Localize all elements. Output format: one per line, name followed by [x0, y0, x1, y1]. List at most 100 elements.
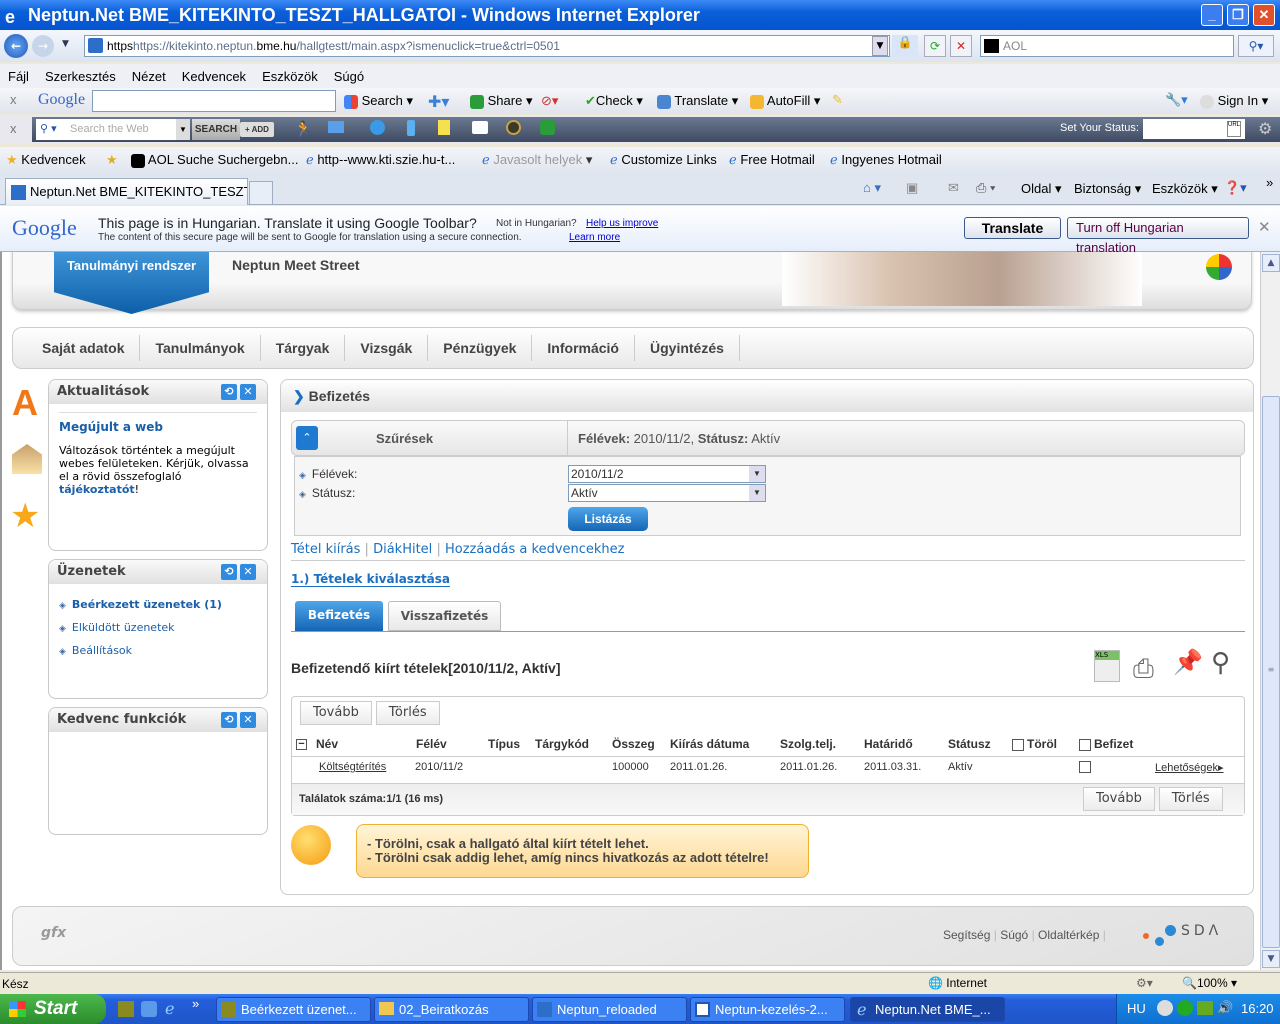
nav-subjects[interactable]: Tárgyak — [261, 335, 346, 361]
share-icon[interactable] — [540, 120, 555, 135]
nav-administration[interactable]: Ügyintézés — [635, 335, 740, 361]
search-input[interactable]: AOL — [980, 35, 1234, 57]
add-button[interactable]: + ADD — [240, 122, 274, 137]
menu-favorites[interactable]: Kedvencek — [182, 69, 246, 84]
notes-icon[interactable] — [438, 120, 450, 135]
close-icon[interactable]: ✕ — [240, 384, 256, 400]
page-menu[interactable]: Oldal ▾ — [1021, 181, 1062, 197]
meet-street-link[interactable]: Neptun Meet Street — [232, 257, 360, 273]
translate-button[interactable]: Translate ▾ — [657, 93, 738, 109]
refresh-icon[interactable]: ⟲ — [221, 384, 237, 400]
taskbar-item[interactable]: Neptun_reloaded — [532, 997, 687, 1022]
delete-button[interactable]: Törlés — [1158, 787, 1223, 811]
google-search-input[interactable] — [92, 90, 336, 112]
col-semester[interactable]: Félév — [416, 737, 447, 751]
color-wheel-icon[interactable] — [1206, 254, 1232, 280]
next-button[interactable]: Tovább — [300, 701, 372, 725]
scroll-down-button[interactable]: ▼ — [1262, 950, 1280, 968]
col-name[interactable]: Név — [316, 737, 338, 751]
quicklaunch-icon[interactable] — [118, 1001, 134, 1017]
vertical-scrollbar[interactable]: ▲ ≡ ▼ — [1260, 252, 1280, 970]
student-loan-link[interactable]: DiákHitel — [373, 542, 432, 557]
col-pay[interactable]: Befizet — [1079, 737, 1133, 751]
highlighter-icon[interactable]: ✎ — [832, 92, 843, 108]
tools-menu[interactable]: Eszközök ▾ — [1152, 181, 1218, 197]
feeds-icon[interactable]: ▣ — [906, 180, 918, 196]
pin-icon[interactable]: 📌 — [1173, 648, 1203, 676]
minimize-button[interactable]: _ — [1201, 4, 1223, 26]
turn-off-translation-button[interactable]: Turn off Hungarian translation — [1067, 217, 1249, 255]
learn-more-link[interactable]: Learn more — [569, 232, 620, 243]
nav-own-data[interactable]: Saját adatok — [27, 335, 141, 361]
language-indicator[interactable]: HU — [1127, 1001, 1146, 1016]
maximize-button[interactable]: ❐ — [1227, 4, 1249, 26]
col-issued[interactable]: Kiírás dátuma — [670, 737, 749, 751]
tab-payment[interactable]: Befizetés — [295, 601, 383, 631]
volume-icon[interactable]: 🔊 — [1217, 1000, 1233, 1016]
search-button[interactable]: ⚲▾ — [1238, 35, 1274, 57]
inbox-link[interactable]: ◈ Beérkezett üzenetek (1) — [59, 594, 257, 617]
chat-icon[interactable] — [370, 120, 385, 135]
menu-help[interactable]: Súgó — [334, 69, 364, 84]
more-chevron-icon[interactable]: » — [192, 996, 199, 1011]
popup-blocker-icon[interactable]: ⊘▾ — [541, 93, 558, 109]
autofill-button[interactable]: AutoFill ▾ — [750, 93, 820, 109]
ie-quicklaunch-icon[interactable]: ℯ — [165, 999, 174, 1019]
help-improve-link[interactable]: Help us improve — [586, 218, 658, 229]
new-tab-button[interactable] — [249, 181, 273, 205]
magnifier-icon[interactable]: ⚲ — [1211, 648, 1230, 678]
collapse-all-icon[interactable]: − — [296, 739, 307, 750]
zoom-button[interactable]: 🔍100% ▾ — [1182, 976, 1237, 990]
delete-button[interactable]: Törlés — [375, 701, 440, 725]
favorite-link[interactable]: ℯ http--www.kti.szie.hu-t... — [306, 152, 455, 168]
home-icon[interactable]: ⌂ ▾ — [863, 180, 881, 196]
col-service[interactable]: Szolg.telj. — [780, 737, 836, 751]
gear-icon[interactable]: ⚙ — [1258, 119, 1272, 139]
excel-export-icon[interactable]: XLS — [1094, 650, 1120, 682]
mobile-icon[interactable] — [407, 120, 415, 136]
menu-edit[interactable]: Szerkesztés — [45, 69, 116, 84]
list-button[interactable]: Listázás — [568, 507, 648, 531]
aol-search-button[interactable]: SEARCH — [192, 119, 240, 140]
favorite-link[interactable]: ℯ Customize Links — [610, 152, 717, 168]
news-headline[interactable]: Megújult a web — [59, 421, 257, 434]
help-icon[interactable]: ❓▾ — [1224, 180, 1247, 196]
translate-page-button[interactable]: Translate — [964, 217, 1061, 239]
radio-icon[interactable] — [506, 120, 521, 135]
next-button[interactable]: Tovább — [1083, 787, 1155, 811]
favorite-link[interactable]: AOL Suche Suchergebn... — [131, 152, 298, 168]
google-search-button[interactable]: Search ▾ — [344, 93, 413, 109]
print-icon[interactable]: ⎙ ▾ — [976, 180, 995, 196]
news-icon[interactable]: A — [12, 382, 38, 424]
url-icon[interactable]: URL — [1227, 121, 1241, 137]
col-delete[interactable]: Töröl — [1012, 737, 1057, 751]
favorite-link[interactable]: ℯ Ingyenes Hotmail — [830, 152, 942, 168]
status-input[interactable]: URL — [1143, 119, 1245, 139]
more-chevron-icon[interactable]: » — [1266, 175, 1273, 190]
favorite-link[interactable]: ℯ Free Hotmail — [729, 152, 815, 168]
lock-icon[interactable]: 🔒 — [892, 35, 918, 57]
network-icon[interactable] — [1197, 1001, 1213, 1015]
pay-checkbox[interactable] — [1079, 761, 1094, 774]
sent-link[interactable]: ◈ Elküldött üzenetek — [59, 617, 257, 640]
aol-search-dropdown[interactable]: ▼ — [176, 119, 190, 140]
create-item-link[interactable]: Tétel kiírás — [291, 542, 360, 557]
col-amount[interactable]: Összeg — [612, 737, 655, 751]
col-code[interactable]: Tárgykód — [535, 737, 589, 751]
manual-link[interactable]: Súgó — [1000, 928, 1028, 942]
menu-view[interactable]: Nézet — [132, 69, 166, 84]
tab-active[interactable]: Neptun.Net BME_KITEKINTO_TESZT_HALLGA... — [5, 178, 248, 205]
taskbar-item[interactable]: 02_Beiratkozás — [374, 997, 529, 1022]
suggested-sites-button[interactable]: ℯ Javasolt helyek ▾ — [482, 152, 592, 168]
options-link[interactable]: Lehetőségek▸ — [1155, 761, 1224, 774]
help-link[interactable]: Segítség — [943, 928, 990, 942]
col-type[interactable]: Típus — [488, 737, 520, 751]
check-button[interactable]: ✔Check ▾ — [585, 93, 643, 109]
share-button[interactable]: Share ▾ — [470, 93, 532, 109]
close-icon[interactable]: ✕ — [1258, 218, 1271, 236]
safety-menu[interactable]: Biztonság ▾ — [1074, 181, 1141, 197]
refresh-icon[interactable]: ⟲ — [221, 712, 237, 728]
close-button[interactable]: ✕ — [1253, 4, 1275, 26]
address-input[interactable]: httpshttps://kitekinto.neptun.bme.hu/hal… — [84, 35, 890, 57]
nav-exams[interactable]: Vizsgák — [345, 335, 429, 361]
